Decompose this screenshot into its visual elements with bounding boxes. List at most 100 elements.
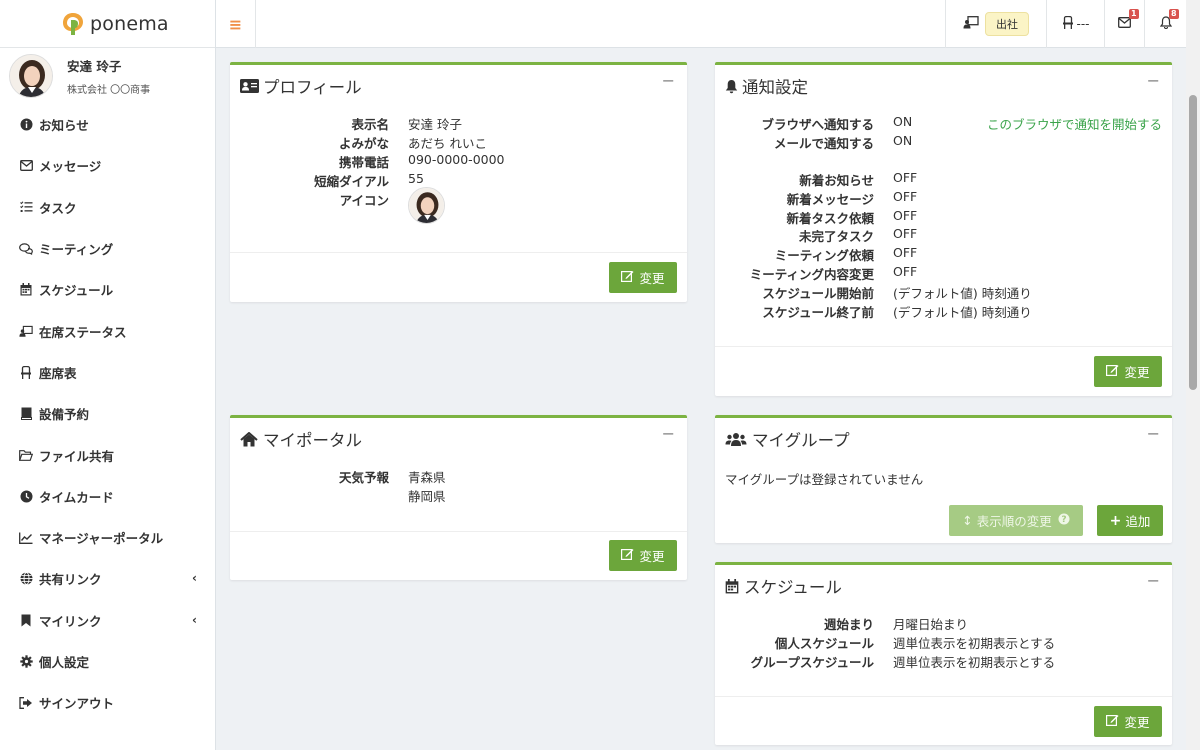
presence-icon [963,15,979,33]
user-company: 株式会社 〇〇商事 [67,85,151,96]
notify-value: (デフォルト値) 時刻通り [893,286,1032,301]
book-icon [19,407,33,421]
collapse-icon[interactable]: − [662,424,675,443]
nav-item-my-links[interactable]: マイリンク ‹ [0,600,215,641]
avatar[interactable] [9,54,53,98]
schedule-value: 月曜日始まり [893,617,969,632]
nav-item-meetings[interactable]: ミーティング [0,228,215,269]
browser-notify-link[interactable]: このブラウザで通知を開始する [987,114,1162,133]
nav-item-seating[interactable]: 座席表 [0,352,215,393]
profile-panel-title: プロフィール [239,74,362,98]
scroll-thumb[interactable] [1189,95,1197,390]
nav-item-timecard[interactable]: タイムカード [0,476,215,517]
group-empty-message: マイグループは登録されていません [725,472,924,487]
collapse-icon[interactable]: − [1147,71,1160,90]
folder-icon [19,448,33,462]
user-box[interactable]: 安達 玲子 株式会社 〇〇商事 [0,48,215,104]
globe-icon [19,572,33,586]
gear-icon [19,655,33,669]
panel-title-text: マイグループ [752,431,850,450]
schedule-edit-button[interactable]: 変更 [1094,706,1162,737]
schedule-panel-title: スケジュール [724,574,842,598]
brand[interactable]: ponema [0,0,215,48]
notify-key: スケジュール終了前 [762,305,874,320]
profile-value: あだち れいこ [408,136,487,151]
id-card-icon [239,79,259,93]
reorder-button[interactable]: ↕ 表示順の変更 ? [949,505,1083,536]
collapse-icon[interactable]: − [1147,424,1160,443]
profile-value: 090-0000-0000 [408,152,505,167]
edit-icon [1106,364,1119,379]
notification-count-badge: 8 [1169,9,1179,19]
notify-edit-button[interactable]: 変更 [1094,356,1162,387]
nav-item-presence[interactable]: 在席ステータス [0,310,215,351]
add-group-button[interactable]: + 追加 [1097,505,1163,536]
profile-edit-button[interactable]: 変更 [609,262,677,293]
notify-key: 新着タスク依頼 [786,211,874,226]
button-label: 変更 [639,271,665,286]
hamburger-menu-icon[interactable]: ≡ [216,0,256,48]
edit-icon [621,548,634,563]
presence-badge: 出社 [985,12,1029,36]
notify-key: ミーティング内容変更 [749,267,874,282]
mail-button[interactable]: 1 [1104,0,1144,48]
panel-footer [230,252,687,253]
schedule-key: 週始まり [823,617,874,632]
sort-icon: ↕ [962,513,973,528]
button-label: 追加 [1125,514,1151,529]
notify-value: OFF [893,170,918,185]
collapse-icon[interactable]: − [1147,571,1160,590]
nav-item-manager-portal[interactable]: マネージャーポータル [0,517,215,558]
seat-status[interactable]: --- [1046,0,1104,48]
notification-button[interactable]: 8 [1144,0,1186,48]
nav-item-tasks[interactable]: タスク [0,187,215,228]
chevron-left-icon[interactable]: ‹ [192,613,197,627]
nav-label: タスク [39,200,77,216]
scrollbar[interactable] [1186,0,1200,750]
users-icon [724,432,748,446]
nav-item-settings[interactable]: 個人設定 [0,641,215,682]
notification-settings-panel: 通知設定 − ブラウザへ通知する ON このブラウザで通知を開始する メールで通… [715,62,1172,396]
button-label: 表示順の変更 [976,514,1052,529]
nav-item-facility[interactable]: 設備予約 [0,393,215,434]
schedule-value: 週単位表示を初期表示とする [893,636,1056,651]
chevron-left-icon[interactable]: ‹ [192,571,197,585]
nav-item-messages[interactable]: メッセージ [0,145,215,186]
mail-count-badge: 1 [1129,9,1139,19]
portal-edit-button[interactable]: 変更 [609,540,677,571]
schedule-value: 週単位表示を初期表示とする [893,655,1056,670]
nav-item-news[interactable]: お知らせ [0,104,215,145]
panel-title-text: スケジュール [744,578,842,597]
nav-item-shared-links[interactable]: 共有リンク ‹ [0,558,215,599]
my-portal-panel: マイポータル − 天気予報 青森県 静岡県 変更 [230,415,687,580]
collapse-icon[interactable]: − [662,71,675,90]
nav-label: 在席ステータス [39,324,127,340]
chair-icon [1062,15,1074,32]
chart-icon [19,531,33,545]
sidebar: ponema 安達 玲子 株式会社 〇〇商事 お知らせ メッセージ タスク ミー… [0,0,216,750]
button-label: 変更 [1124,365,1150,380]
my-group-panel: マイグループ − マイグループは登録されていません ↕ 表示順の変更 ? + 追… [715,415,1172,543]
presence-status[interactable]: 出社 [945,0,1046,48]
nav-item-schedule[interactable]: スケジュール [0,269,215,310]
help-icon[interactable]: ? [1058,513,1070,528]
panel-title-text: プロフィール [263,78,362,97]
user-name: 安達 玲子 [67,59,122,74]
chat-bubbles-icon [19,242,33,256]
nav-item-files[interactable]: ファイル共有 [0,434,215,475]
notify-value: ON [893,114,913,129]
profile-key: 表示名 [351,117,389,132]
panel-footer [715,696,1172,697]
notify-key: スケジュール開始前 [762,286,874,301]
panel-footer [230,531,687,532]
nav-item-sign-out[interactable]: サインアウト [0,682,215,723]
edit-icon [1106,714,1119,729]
notify-key: 新着お知らせ [799,173,874,188]
task-list-icon [19,200,33,214]
nav-list: お知らせ メッセージ タスク ミーティング スケジュール 在席ステータス 座席表… [0,104,215,723]
group-panel-title: マイグループ [724,427,850,451]
chair-icon [19,365,33,379]
profile-key: 短縮ダイアル [314,174,389,189]
notify-panel-title: 通知設定 [724,74,808,98]
calendar-icon [724,578,740,594]
